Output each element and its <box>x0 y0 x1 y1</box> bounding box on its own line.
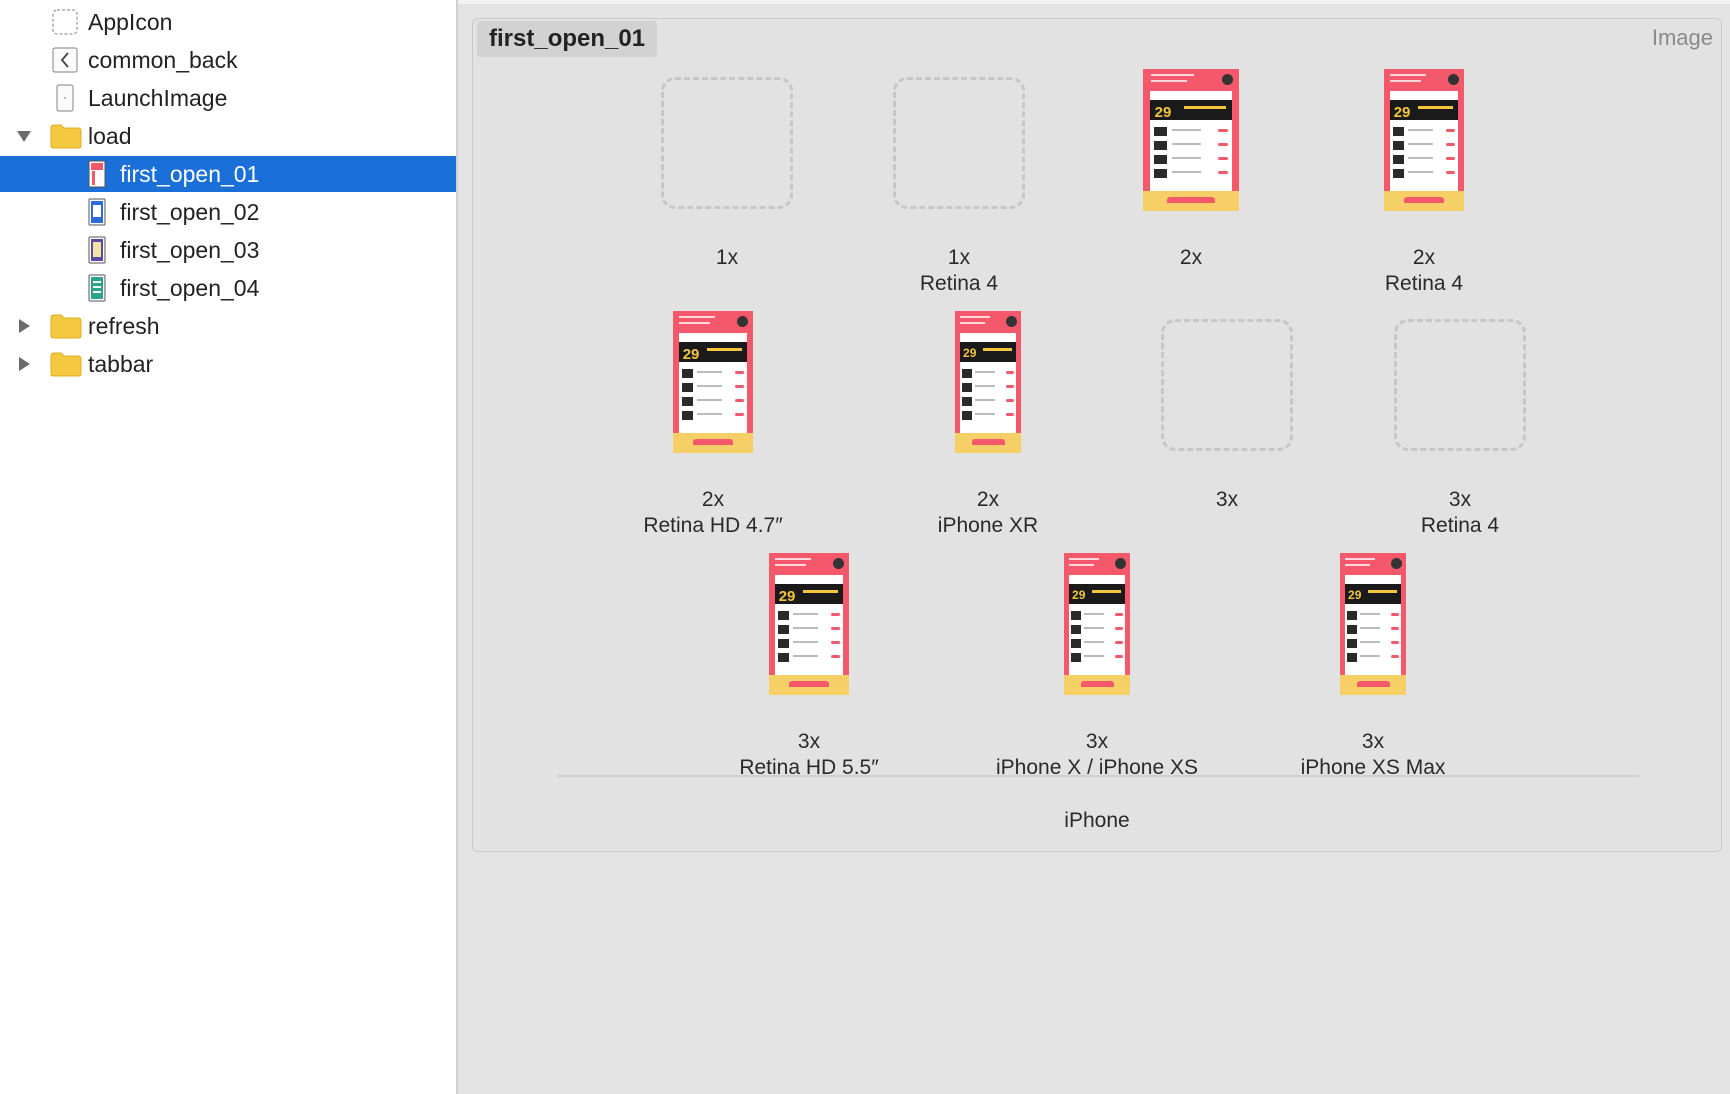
image-set-name[interactable]: first_open_01 <box>477 21 658 57</box>
image-thumbnail[interactable]: 29 <box>1064 553 1130 695</box>
thumbnail-banner-number: 29 <box>682 345 700 363</box>
chevron-left-icon <box>52 47 78 73</box>
sidebar-item-common-back[interactable]: common_back <box>0 42 456 78</box>
sidebar-item-label: first_open_02 <box>120 198 260 225</box>
sidebar-item-label: LaunchImage <box>88 84 228 111</box>
sidebar-item-first-open-02[interactable]: first_open_02 <box>0 194 456 230</box>
slot-device-label: iPhone XS Max <box>1300 756 1446 779</box>
appicon-set-icon <box>52 9 78 35</box>
thumbnail-banner-number: 29 <box>1348 587 1362 602</box>
image-slot-3x-iphone-x-xs[interactable]: 29 3x iPhone X / iPhone XS <box>996 553 1198 779</box>
sidebar-item-launchimage[interactable]: LaunchImage <box>0 80 456 116</box>
slot-scale-label: 3x <box>1361 730 1385 753</box>
image-slot-3x-retina-hd-55[interactable]: 29 3x Retina HD 5.5″ <box>739 553 879 779</box>
sidebar-item-label: first_open_01 <box>120 160 260 187</box>
disclosure-collapsed-icon[interactable] <box>15 317 33 335</box>
image-set-panel: first_open_01 Image 1x 1x Retina 4 29 2x… <box>472 18 1722 852</box>
image-thumbnail[interactable]: 29 <box>1384 69 1464 211</box>
empty-image-well[interactable] <box>1394 319 1526 451</box>
slot-scale-label: 2x <box>701 488 725 511</box>
image-set-icon <box>88 236 106 264</box>
sidebar-item-label: refresh <box>88 312 160 339</box>
image-thumbnail[interactable]: 29 <box>1143 69 1239 211</box>
slot-device-label: Retina HD 5.5″ <box>739 756 879 779</box>
device-group-divider <box>557 775 1639 777</box>
slot-scale-label: 3x <box>797 730 821 753</box>
slot-scale-label: 2x <box>976 488 1000 511</box>
image-thumbnail[interactable]: 29 <box>769 553 849 695</box>
sidebar-item-appicon[interactable]: AppIcon <box>0 4 456 40</box>
sidebar-item-label: first_open_03 <box>120 236 260 263</box>
sidebar-item-label: AppIcon <box>88 8 173 35</box>
image-slot-2x-retina-hd-47[interactable]: 29 2x Retina HD 4.7″ <box>643 311 783 537</box>
image-set-icon <box>88 160 106 188</box>
image-slot-2x[interactable]: 29 2x <box>1143 69 1239 269</box>
image-slot-1x-retina4[interactable]: 1x Retina 4 <box>893 77 1025 295</box>
slot-scale-label: 2x <box>1412 246 1436 269</box>
folder-icon <box>50 124 82 149</box>
image-slot-1x[interactable]: 1x <box>661 77 793 269</box>
sidebar-item-label: load <box>88 122 132 149</box>
slot-device-label: Retina 4 <box>1420 514 1500 537</box>
empty-image-well[interactable] <box>893 77 1025 209</box>
slot-device-label: iPhone XR <box>937 514 1039 537</box>
slot-device-label: Retina HD 4.7″ <box>643 514 783 537</box>
disclosure-expanded-icon[interactable] <box>15 127 33 145</box>
image-slot-3x[interactable]: 3x <box>1161 319 1293 519</box>
launch-image-icon <box>56 84 74 112</box>
image-set-icon <box>88 274 106 302</box>
folder-icon <box>50 352 82 377</box>
slot-device-label: Retina 4 <box>1384 272 1464 295</box>
image-thumbnail[interactable]: 29 <box>1340 553 1406 695</box>
empty-image-well[interactable] <box>661 77 793 209</box>
folder-icon <box>50 314 82 339</box>
sidebar-item-first-open-03[interactable]: first_open_03 <box>0 232 456 268</box>
image-slot-3x-retina4[interactable]: 3x Retina 4 <box>1394 319 1526 537</box>
slot-device-label: iPhone X / iPhone XS <box>996 756 1198 779</box>
asset-editor: first_open_01 Image 1x 1x Retina 4 29 2x… <box>458 0 1730 1094</box>
image-slot-2x-iphone-xr[interactable]: 29 2x iPhone XR <box>938 311 1038 537</box>
sidebar-item-label: tabbar <box>88 350 154 377</box>
slot-scale-label: 2x <box>1179 246 1203 269</box>
thumbnail-banner-number: 29 <box>778 587 796 605</box>
sidebar-item-tabbar[interactable]: tabbar <box>0 346 456 382</box>
sidebar-item-label: common_back <box>88 46 238 73</box>
sidebar-item-refresh[interactable]: refresh <box>0 308 456 344</box>
sidebar-item-label: first_open_04 <box>120 274 260 301</box>
disclosure-collapsed-icon[interactable] <box>15 355 33 373</box>
image-thumbnail[interactable]: 29 <box>955 311 1021 453</box>
asset-type-label: Image <box>1651 25 1713 50</box>
sidebar-item-first-open-04[interactable]: first_open_04 <box>0 270 456 306</box>
slot-scale-label: 1x <box>947 246 971 269</box>
empty-image-well[interactable] <box>1161 319 1293 451</box>
thumbnail-banner-number: 29 <box>1072 587 1086 602</box>
image-set-icon <box>88 198 106 226</box>
thumbnail-banner-number: 29 <box>1393 103 1411 121</box>
top-divider <box>458 0 1730 4</box>
thumbnail-banner-number: 29 <box>1154 103 1172 121</box>
slot-scale-label: 3x <box>1448 488 1472 511</box>
image-thumbnail[interactable]: 29 <box>673 311 753 453</box>
device-group-label: iPhone <box>1064 809 1130 832</box>
thumbnail-banner-number: 29 <box>963 345 977 360</box>
asset-catalog-sidebar: AppIcon common_back LaunchImage load fir… <box>0 0 458 1094</box>
sidebar-item-load[interactable]: load <box>0 118 456 154</box>
slot-device-label: Retina 4 <box>919 272 999 295</box>
image-slot-2x-retina4[interactable]: 29 2x Retina 4 <box>1384 69 1464 295</box>
slot-scale-label: 3x <box>1085 730 1109 753</box>
image-slot-3x-iphone-xs-max[interactable]: 29 3x iPhone XS Max <box>1301 553 1445 779</box>
sidebar-item-first-open-01[interactable]: first_open_01 <box>0 156 456 192</box>
